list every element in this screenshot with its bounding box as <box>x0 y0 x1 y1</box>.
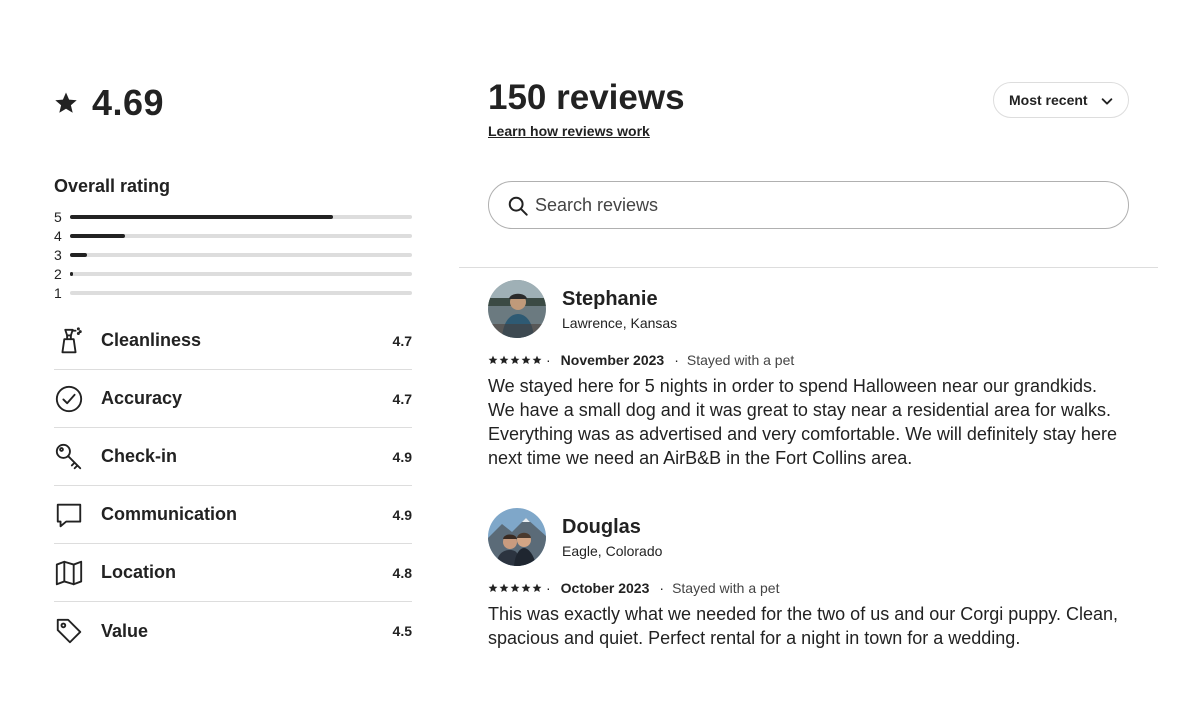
category-name: Check-in <box>101 446 178 466</box>
learn-how-reviews-work-link[interactable]: Learn how reviews work <box>488 123 650 139</box>
spray-bottle-icon <box>54 326 84 356</box>
stay-type: Stayed with a pet <box>672 580 780 596</box>
star-icon <box>532 355 542 365</box>
review-meta: · October 2023 · Stayed with a pet <box>488 580 1128 596</box>
review-meta: · November 2023 · Stayed with a pet <box>488 352 1128 368</box>
reviewer-name[interactable]: Stephanie <box>562 288 677 311</box>
chevron-down-icon <box>1101 98 1113 105</box>
review-text: We stayed here for 5 nights in order to … <box>488 376 1117 468</box>
star-icon <box>532 583 542 593</box>
distribution-fill <box>70 252 88 257</box>
category-accuracy: Accuracy 4.7 <box>54 370 412 428</box>
category-name: Cleanliness <box>101 330 202 350</box>
distribution-label: 4 <box>54 227 62 244</box>
key-icon <box>54 442 84 472</box>
distribution-fill <box>70 214 334 219</box>
search-reviews-box[interactable] <box>488 181 1129 229</box>
reviewer-location: Lawrence, Kansas <box>562 314 678 331</box>
distribution-label: 2 <box>54 265 62 282</box>
avatar[interactable] <box>488 280 546 338</box>
tag-icon <box>54 616 84 646</box>
category-value: Value 4.5 <box>54 602 412 660</box>
star-icon <box>499 355 509 365</box>
star-icon <box>510 355 520 365</box>
distribution-label: 3 <box>54 246 62 263</box>
distribution-row: 1 <box>54 283 412 302</box>
sort-dropdown[interactable]: Most recent <box>993 82 1129 118</box>
message-bubble-icon <box>54 500 84 530</box>
category-name: Value <box>101 620 149 641</box>
category-value: 4.7 <box>392 332 412 349</box>
sort-dropdown-label: Most recent <box>1009 92 1088 108</box>
reviewer-info: Stephanie Lawrence, Kansas <box>562 288 677 331</box>
reviewer-info: Douglas Eagle, Colorado <box>562 516 662 559</box>
overall-score-value: 4.69 <box>92 82 165 123</box>
review-item: Douglas Eagle, Colorado · October 2023 ·… <box>488 508 1128 650</box>
category-value: 4.7 <box>392 390 412 407</box>
star-rating <box>488 355 542 365</box>
category-location: Location 4.8 <box>54 544 412 602</box>
distribution-row: 2 <box>54 264 412 283</box>
distribution-label: 5 <box>54 208 62 225</box>
distribution-track <box>70 233 412 238</box>
distribution-track <box>70 290 412 295</box>
avatar[interactable] <box>488 508 546 566</box>
reviewer-name[interactable]: Douglas <box>562 516 662 539</box>
star-rating <box>488 583 542 593</box>
category-name: Location <box>101 562 176 582</box>
distribution-row: 5 <box>54 207 412 226</box>
distribution-label: 1 <box>54 284 62 301</box>
review-item: Stephanie Lawrence, Kansas · November 20… <box>488 280 1128 470</box>
category-name: Accuracy <box>101 388 183 408</box>
separator-dot: · <box>659 580 665 596</box>
star-icon <box>55 92 77 113</box>
stay-type: Stayed with a pet <box>686 352 795 368</box>
map-icon <box>54 558 84 588</box>
category-ratings: Cleanliness 4.7 Accuracy 4.7 Check-in 4.… <box>54 312 412 660</box>
separator-dot: · <box>674 352 679 368</box>
star-icon <box>488 583 498 593</box>
category-value: 4.9 <box>392 506 412 523</box>
category-value: 4.8 <box>392 564 412 581</box>
divider <box>459 267 1158 268</box>
reviewer: Stephanie Lawrence, Kansas <box>488 280 1128 338</box>
separator-dot: · <box>546 580 551 596</box>
category-cleanliness: Cleanliness 4.7 <box>54 312 412 370</box>
search-icon <box>508 196 528 216</box>
star-icon <box>488 355 498 365</box>
distribution-row: 4 <box>54 226 412 245</box>
star-icon <box>510 583 520 593</box>
review-text: This was exactly what we needed for the … <box>488 604 1119 648</box>
distribution-track <box>70 252 412 257</box>
separator-dot: · <box>546 352 551 368</box>
category-value: 4.9 <box>392 448 412 465</box>
review-date: October 2023 <box>560 580 650 596</box>
category-check-in: Check-in 4.9 <box>54 428 412 486</box>
star-icon <box>521 583 531 593</box>
search-reviews-input[interactable] <box>535 194 1095 216</box>
category-value: 4.5 <box>392 623 412 639</box>
distribution-fill <box>70 233 125 238</box>
reviewer-location: Eagle, Colorado <box>562 542 663 559</box>
distribution-row: 3 <box>54 245 412 264</box>
category-communication: Communication 4.9 <box>54 486 412 544</box>
overall-rating-title: Overall rating <box>54 176 171 196</box>
distribution-track <box>70 271 412 276</box>
distribution-track <box>70 214 412 219</box>
star-icon <box>499 583 509 593</box>
reviews-count-title: 150 reviews <box>488 78 685 117</box>
review-date: November 2023 <box>560 352 665 368</box>
category-name: Communication <box>101 504 238 524</box>
distribution-fill <box>70 271 74 276</box>
rating-distribution: 5 4 3 2 1 <box>54 207 412 302</box>
check-circle-icon <box>54 384 84 414</box>
overall-score: 4.69 <box>54 82 164 124</box>
star-icon <box>521 355 531 365</box>
reviewer: Douglas Eagle, Colorado <box>488 508 1128 566</box>
